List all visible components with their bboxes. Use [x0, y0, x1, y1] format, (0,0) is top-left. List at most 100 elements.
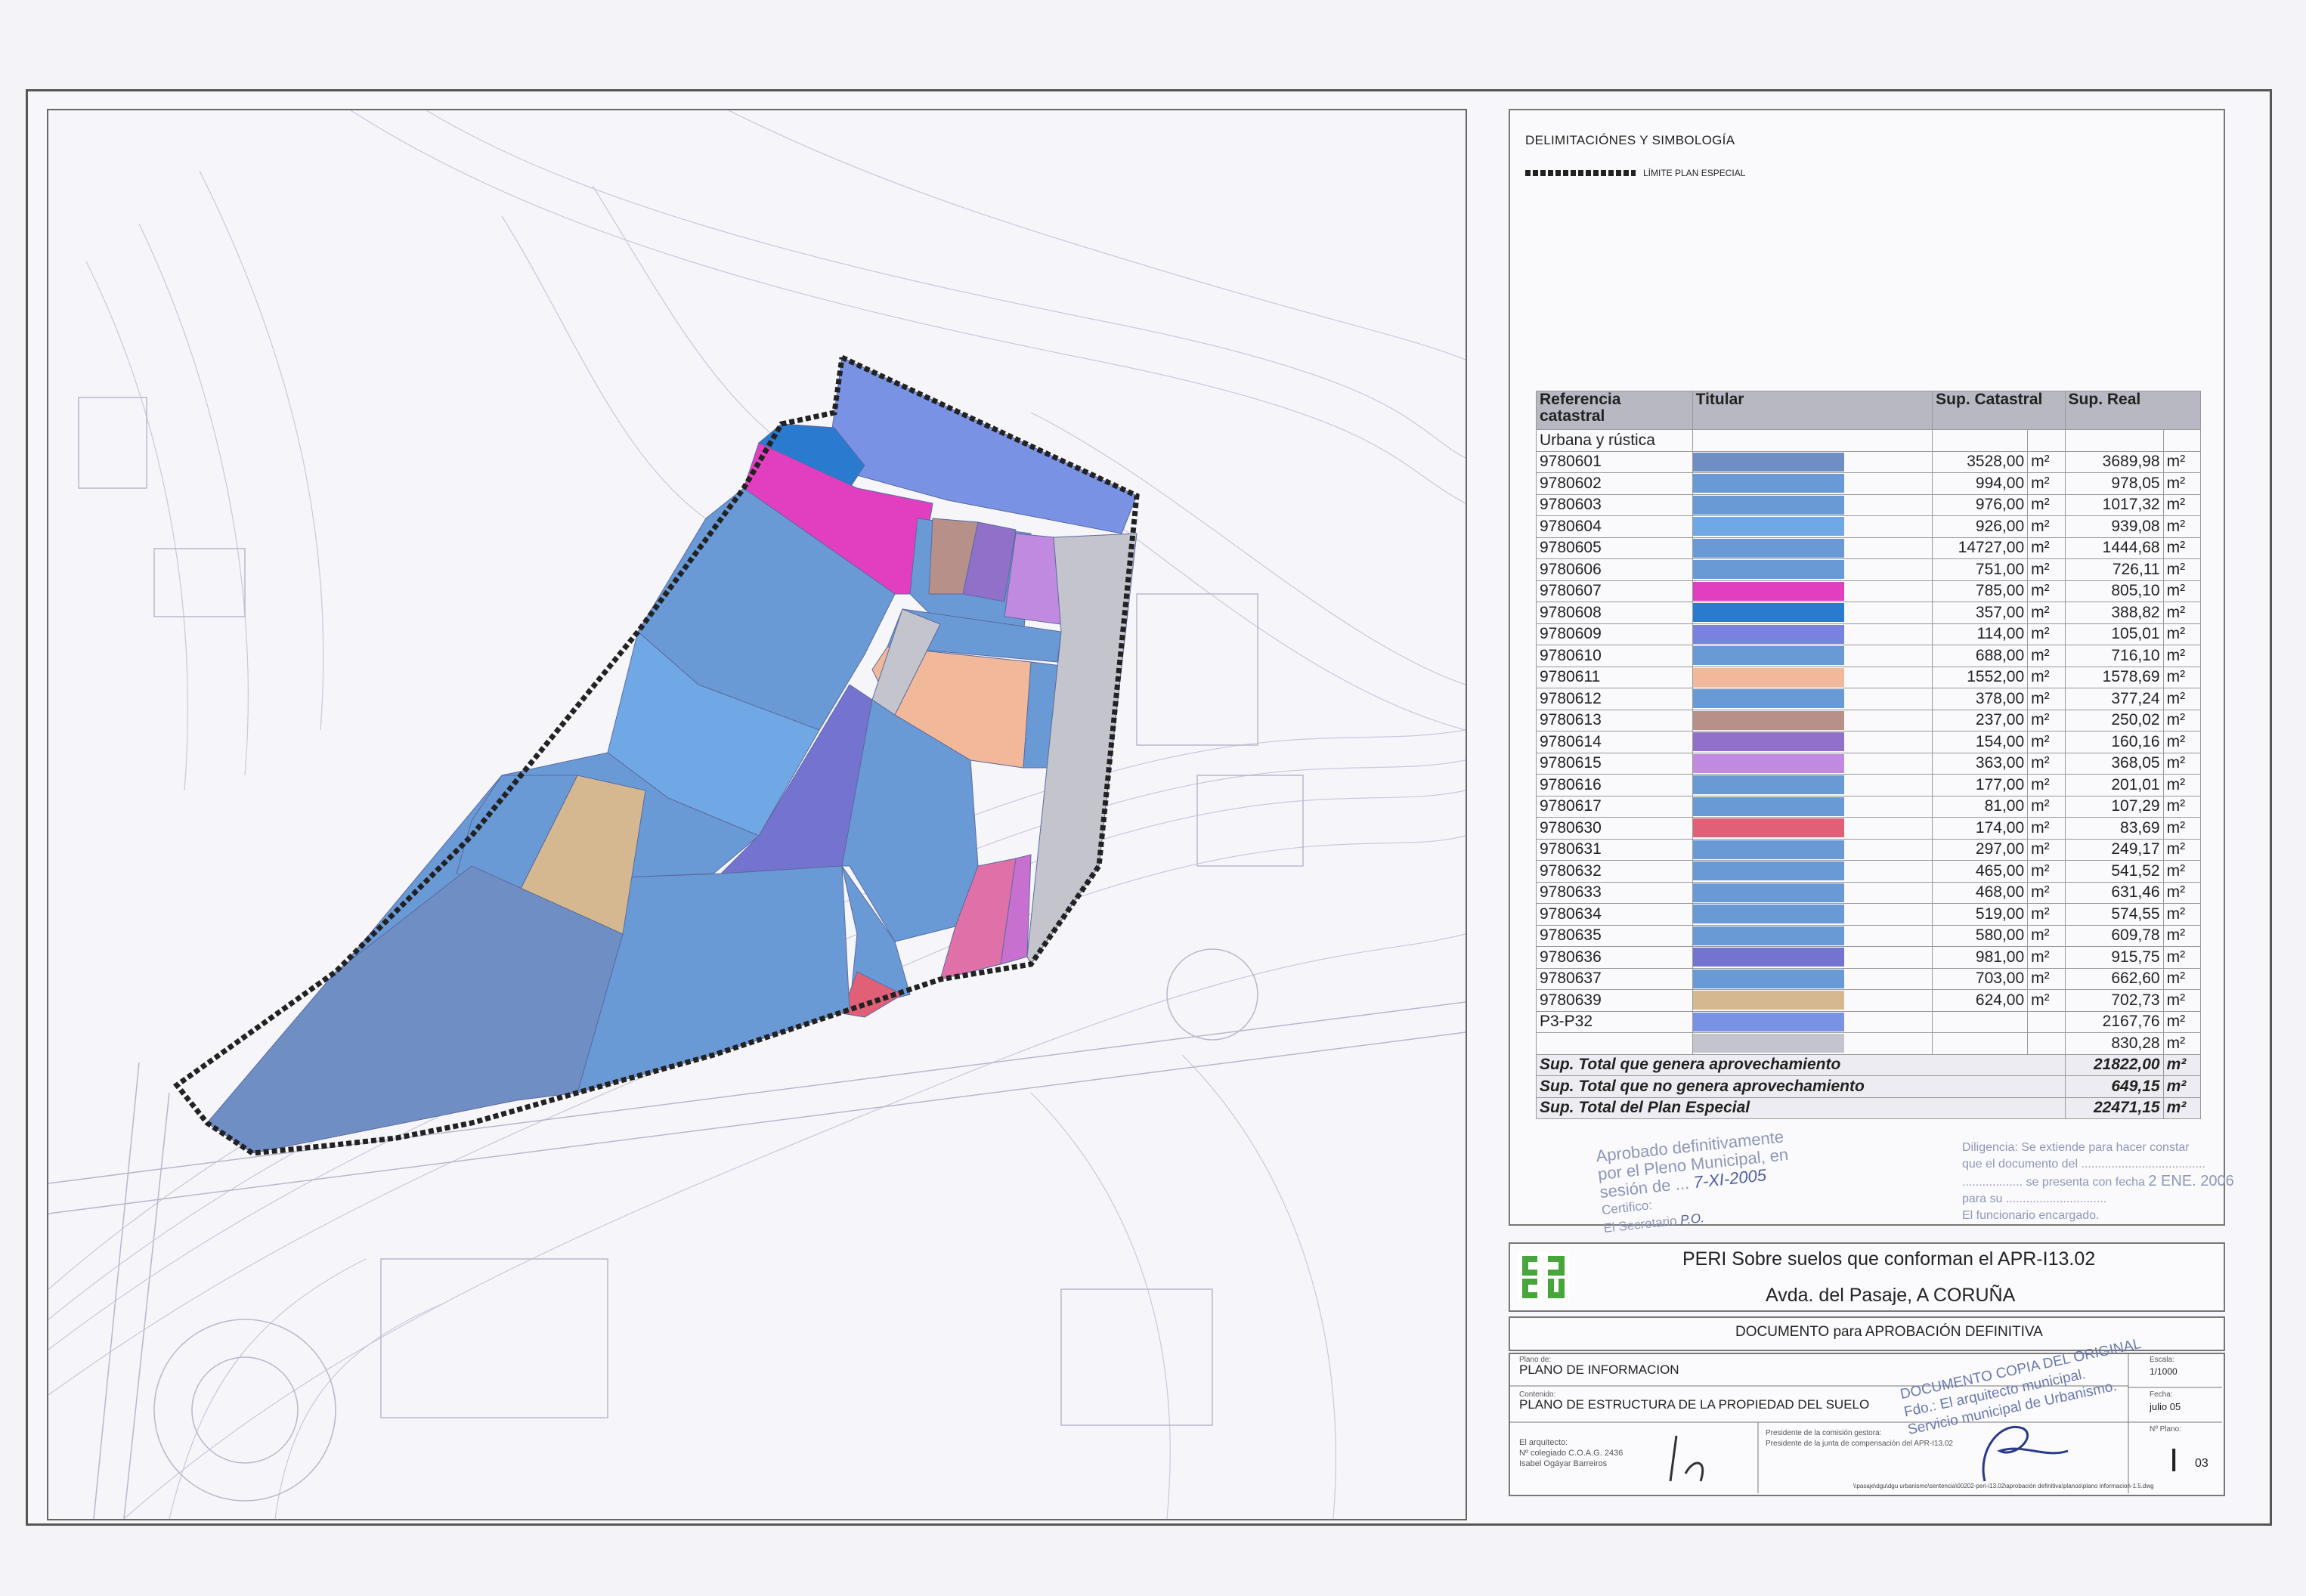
- cell-sup-catastral: 114,00: [1932, 623, 2029, 645]
- legend-limit-item: LÍMITE PLAN ESPECIAL: [1525, 168, 1745, 178]
- cell-unit: m²: [2027, 709, 2066, 732]
- cell-unit: m²: [2027, 903, 2066, 926]
- cell-referencia: 9780631: [1536, 838, 1693, 861]
- cell-unit: m²: [2027, 450, 2066, 473]
- cell-unit: m²: [2027, 989, 2066, 1012]
- cell-unit: m²: [2027, 558, 2066, 581]
- table-row: 830,28 m²: [1536, 1032, 2202, 1055]
- cell-referencia: 9780613: [1536, 709, 1693, 732]
- color-swatch: [1692, 926, 1844, 945]
- cell-sup-real: 160,16: [2064, 731, 2164, 753]
- cell-unit: m²: [2027, 817, 2066, 840]
- cell-referencia: 9780616: [1536, 774, 1693, 796]
- cell-referencia: 9780615: [1536, 752, 1693, 775]
- cell-referencia: 9780608: [1536, 602, 1693, 624]
- cell-unit: m²: [2162, 602, 2202, 624]
- signature-architect: [1669, 1435, 1704, 1482]
- cell-titular-swatch: [1692, 558, 1933, 581]
- table-row: 9780630 174,00 m² 83,69 m²: [1536, 817, 2202, 840]
- table-row: 9780612 378,00 m² 377,24 m²: [1536, 688, 2202, 710]
- cell-sup-real: 702,73: [2064, 989, 2164, 1012]
- cell-unit: m²: [2162, 924, 2202, 947]
- cell-referencia: 9780635: [1536, 924, 1693, 947]
- table-row: 9780639 624,00 m² 702,73 m²: [1536, 989, 2202, 1012]
- table-row: 9780605 14727,00 m² 1444,68 m²: [1536, 537, 2202, 559]
- cell-titular-swatch: [1692, 903, 1933, 926]
- table-row: P3-P32 2167,76 m²: [1536, 1010, 2202, 1033]
- color-swatch: [1692, 775, 1844, 795]
- table-row: 9780637 703,00 m² 662,60 m²: [1536, 967, 2202, 990]
- cell-sup-real: 3689,98: [2064, 450, 2164, 473]
- color-swatch: [1692, 581, 1844, 601]
- color-swatch: [1692, 905, 1844, 924]
- cell-referencia: 9780602: [1536, 472, 1693, 495]
- cell-titular-swatch: [1692, 1032, 1933, 1055]
- cell-unit: m²: [2027, 946, 2066, 969]
- table-row: 9780607 785,00 m² 805,10 m²: [1536, 580, 2202, 602]
- cell-sup-real: 726,11: [2064, 558, 2164, 581]
- color-swatch: [1692, 948, 1844, 967]
- cell-titular-swatch: [1692, 580, 1933, 602]
- cell-unit: m²: [2162, 752, 2202, 775]
- cell-titular-swatch: [1692, 731, 1933, 753]
- cell-titular-swatch: [1692, 817, 1933, 840]
- cell-sup-catastral: [1932, 1010, 2029, 1033]
- cell-unit: m²: [2162, 537, 2202, 559]
- cell-sup-catastral: 378,00: [1932, 688, 2029, 710]
- cell-sup-real: 249,17: [2064, 838, 2164, 861]
- cell-sup-real: 250,02: [2064, 709, 2164, 732]
- cell-unit: m²: [2027, 731, 2066, 753]
- cell-unit: m²: [2162, 515, 2202, 538]
- color-swatch: [1692, 861, 1844, 881]
- cell-sup-real: 1578,69: [2064, 666, 2164, 688]
- cell-sup-catastral: 624,00: [1932, 989, 2029, 1012]
- cell-sup-catastral: 465,00: [1932, 860, 2029, 883]
- cell-unit: m²: [2162, 946, 2202, 969]
- cell-titular-swatch: [1692, 1010, 1933, 1033]
- cell-unit: m²: [2027, 580, 2066, 602]
- cell-sup-catastral: 81,00: [1932, 795, 2029, 818]
- cell-unit: m²: [2027, 666, 2066, 688]
- cell-referencia: 9780633: [1536, 881, 1693, 904]
- cell-referencia: 9780606: [1536, 558, 1693, 581]
- cell-sup-real: 377,24: [2064, 688, 2164, 710]
- color-swatch: [1692, 710, 1844, 730]
- color-swatch: [1692, 991, 1844, 1010]
- plano-de: PLANO DE INFORMACION: [1519, 1362, 1679, 1377]
- cell-unit: m²: [2162, 860, 2202, 883]
- cell-unit: m²: [2027, 493, 2066, 516]
- property-table: Referencia catastral Titular Sup. Catast…: [1536, 391, 2202, 1119]
- cell-unit: m²: [2027, 645, 2066, 667]
- cell-referencia: 9780614: [1536, 731, 1693, 753]
- cell-unit: m²: [2027, 774, 2066, 796]
- cell-sup-catastral: 154,00: [1932, 731, 2029, 753]
- cell-titular-swatch: [1692, 666, 1933, 688]
- cell-sup-catastral: 3528,00: [1932, 450, 2029, 473]
- color-swatch: [1692, 624, 1844, 644]
- cell-unit: m²: [2162, 903, 2202, 926]
- cell-unit: m²: [2162, 666, 2202, 688]
- map-drawing: [48, 110, 1466, 1519]
- cell-referencia: 9780605: [1536, 537, 1693, 559]
- cell-titular-swatch: [1692, 881, 1933, 904]
- cell-unit: m²: [2027, 515, 2066, 538]
- section-row: Urbana y rústica: [1536, 429, 2202, 452]
- cell-unit: m²: [2162, 817, 2202, 840]
- cell-titular-swatch: [1692, 623, 1933, 645]
- cell-sup-catastral: 976,00: [1932, 493, 2029, 516]
- cell-titular-swatch: [1692, 645, 1933, 667]
- section-label: Urbana y rústica: [1536, 429, 1693, 452]
- table-row: 9780632 465,00 m² 541,52 m²: [1536, 860, 2202, 883]
- table-row: 9780606 751,00 m² 726,11 m²: [1536, 558, 2202, 581]
- legend-title: DELIMITACIÓNES Y SIMBOLOGÍA: [1525, 133, 1735, 147]
- cell-sup-real: 716,10: [2064, 645, 2164, 667]
- cell-unit: m²: [2162, 989, 2202, 1012]
- cell-sup-catastral: 14727,00: [1932, 537, 2029, 559]
- cell-titular-swatch: [1692, 989, 1933, 1012]
- cell-titular-swatch: [1692, 774, 1933, 796]
- table-row: 9780631 297,00 m² 249,17 m²: [1536, 838, 2202, 861]
- cell-referencia: 9780634: [1536, 903, 1693, 926]
- cell-unit: m²: [2027, 967, 2066, 990]
- cell-titular-swatch: [1692, 515, 1933, 538]
- total-value: 649,15: [2064, 1075, 2164, 1098]
